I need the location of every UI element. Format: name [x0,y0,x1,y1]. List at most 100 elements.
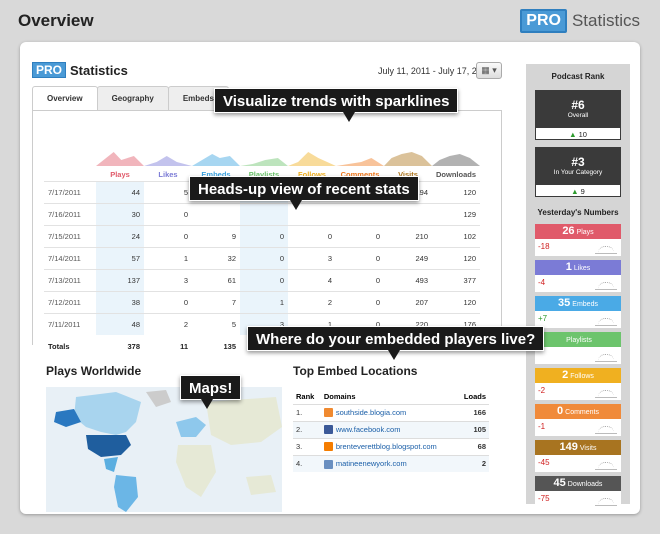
yesterday-value: 0 [557,405,564,417]
yesterday-embeds: 35 Embeds +7 [535,296,621,328]
cell-plays: 24 [96,224,144,247]
blogger-icon [323,442,333,452]
rank-overall-label: Overall [567,112,589,119]
app-header: PRO Statistics [32,62,128,78]
yesterday-bar: 149 Visits [535,440,621,455]
rank-overall-change: ▲ 10 [535,127,621,140]
yesterday-label: Likes [573,265,591,272]
tab-overview[interactable]: Overview [32,86,98,111]
cell-playlists [240,202,288,225]
embed-domain-link[interactable]: southside.blogia.com [336,408,406,417]
embed-header-rank: Rank [296,392,315,402]
cell-plays: 57 [96,246,144,269]
cell-downloads: 120 [432,246,481,269]
yesterday-downloads: 45 Downloads -75 [535,476,621,508]
cell-comments: 0 [336,246,384,269]
rank-category-number: #3 [571,155,585,169]
embed-rank: 3. [293,437,321,455]
yesterday-visits: 149 Visits -45 [535,440,621,472]
rank-category-label: In Your Category [553,169,603,176]
yesterday-bar: 35 Embeds [535,296,621,311]
map-central-america [104,457,118,472]
row-date: 7/11/2011 [44,312,96,335]
sparkline-visits [384,147,432,169]
cell-embeds: 61 [192,268,240,291]
map-north-america-north [74,392,141,435]
row-date: 7/15/2011 [44,224,96,247]
page-title: Overview [18,11,94,30]
cell-plays: 137 [96,268,144,291]
sparkline-comments [336,147,384,169]
tab-geography[interactable]: Geography [96,86,169,110]
cell-comments: 0 [336,290,384,313]
cell-playlists: 0 [240,246,288,269]
yesterday-value: 149 [559,441,578,453]
map-usa [86,435,131,457]
cell-visits: 493 [384,268,432,291]
embed-locations-table: Rank Domains Loads 1. southside.blogia.com 16… [293,390,489,472]
yesterday-label: Comments [565,409,599,416]
sparkline-downloads [432,147,480,169]
world-map[interactable] [46,387,282,512]
rank-overall-number: #6 [571,98,585,112]
globe-icon [323,459,333,469]
gauge-icon [595,424,617,434]
cell-likes: 5 [144,180,192,203]
yesterday-follows: 2 Follows -2 [535,368,621,400]
yesterday-label: Visits [579,445,597,452]
embed-rank: 2. [293,420,321,438]
callout-embedded: Where do your embedded players live? [247,326,545,360]
gauge-icon [595,244,617,254]
callout-headsup-text: Heads-up view of recent stats [198,181,410,198]
cell-comments: 0 [336,268,384,291]
sidebar: Podcast Rank #6 Overall ▲ 10 #3 In Your … [526,64,630,508]
cell-downloads: 129 [432,202,481,225]
embed-domain-link[interactable]: matineenewyork.com [336,459,407,468]
yesterday-comments: 0 Comments -1 [535,404,621,436]
embed-domain-link[interactable]: www.facebook.com [336,425,401,434]
column-header-plays[interactable]: Plays [96,169,144,181]
yesterday-label: Embeds [572,301,598,308]
rank-category: #3 In Your Category ▲ 9 [535,147,621,197]
cell-embeds: 7 [192,290,240,313]
row-date: 7/16/2011 [44,202,96,225]
callout-maps-text: Maps! [189,380,233,397]
cell-likes: 0 [144,224,192,247]
yesterday-bar: 45 Downloads [535,476,621,491]
sparkline-follows [288,147,336,169]
callout-headsup: Heads-up view of recent stats [189,176,419,210]
yesterdays-numbers-title: Yesterday's Numbers [537,208,619,217]
table-row: 7/12/2011 38 0 7 1 2 0 207 120 [44,290,481,313]
yesterday-label: Downloads [567,481,603,488]
cell-downloads: 377 [432,268,481,291]
cell-likes: 0 [144,290,192,313]
embed-header-domains: Domains [323,392,356,402]
world-map-svg [54,390,282,512]
map-greenland [146,390,171,407]
calendar-icon: ▦ ▾ [481,65,497,75]
calendar-button[interactable]: ▦ ▾ [476,62,502,79]
yesterday-bar: 0 Comments [535,404,621,419]
sparkline-embeds [192,147,240,169]
embed-row: 1. southside.blogia.com 166 [293,403,489,421]
callout-sparklines: Visualize trends with sparklines [214,88,459,122]
cell-downloads: 102 [432,224,481,247]
brand-text: Statistics [571,11,640,30]
arrow-up-icon: ▲ [569,130,577,139]
embed-loads: 166 [456,403,489,421]
cell-follows: 0 [288,224,336,247]
map-africa [176,445,216,497]
embed-row: 4. matineenewyork.com 2 [293,454,489,472]
column-header-likes[interactable]: Likes [144,169,192,181]
cell-plays: 30 [96,202,144,225]
cell-downloads: 120 [432,290,481,313]
callout-sparklines-text: Visualize trends with sparklines [223,93,450,110]
rank-category-change: ▲ 9 [535,184,621,197]
column-header-downloads[interactable]: Downloads [432,169,480,181]
total-likes: 11 [180,341,188,351]
totals-label: Totals [48,341,70,351]
cell-comments: 0 [336,224,384,247]
map-south-america [114,475,138,512]
top-embed-locations-title: Top Embed Locations [293,364,418,378]
embed-domain-link[interactable]: brenteverettblog.blogspot.com [336,442,437,451]
